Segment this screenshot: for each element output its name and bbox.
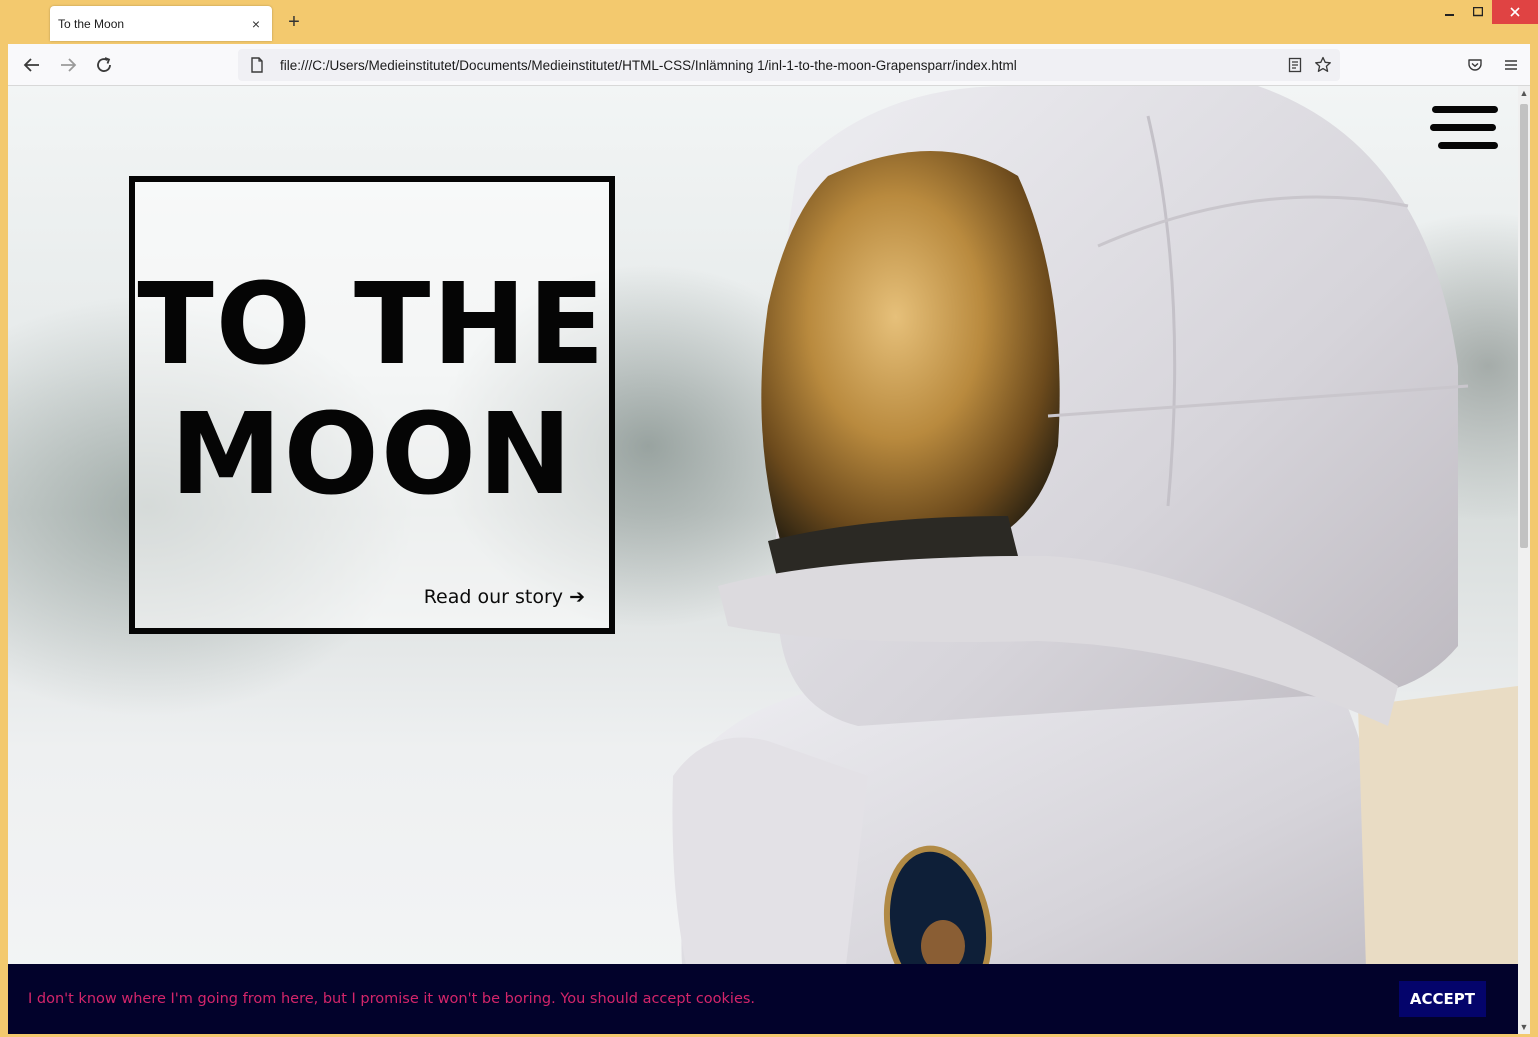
window-controls [1436, 0, 1538, 24]
url-text[interactable]: file:///C:/Users/Medieinstitutet/Documen… [280, 58, 1284, 73]
scroll-down-icon[interactable]: ▼ [1518, 1020, 1530, 1034]
pocket-button[interactable] [1464, 54, 1486, 76]
accept-cookies-button[interactable]: ACCEPT [1398, 981, 1486, 1017]
reload-icon [97, 57, 111, 72]
close-window-button[interactable] [1492, 0, 1538, 24]
read-our-story-link[interactable]: Read our story ➔ [424, 586, 585, 608]
close-icon [1510, 7, 1520, 17]
back-arrow-icon [23, 58, 39, 72]
page-viewport: TO THE MOON Read our story ➔ I don't kno… [8, 86, 1518, 1034]
hero-title-line-2: MOON [170, 390, 574, 520]
minimize-icon [1445, 14, 1454, 16]
cookie-banner: I don't know where I'm going from here, … [8, 964, 1518, 1034]
back-button[interactable] [21, 54, 43, 76]
browser-toolbar: file:///C:/Users/Medieinstitutet/Documen… [8, 44, 1530, 86]
maximize-button[interactable] [1464, 0, 1492, 24]
forward-arrow-icon [61, 58, 77, 72]
address-bar[interactable]: file:///C:/Users/Medieinstitutet/Documen… [238, 49, 1340, 81]
reader-view-button[interactable] [1284, 54, 1306, 76]
cookie-message: I don't know where I'm going from here, … [28, 991, 756, 1007]
hero-title-line-1: TO THE [137, 260, 607, 390]
hero-title-box: TO THE MOON Read our story ➔ [129, 176, 615, 634]
minimize-button[interactable] [1436, 0, 1464, 24]
hamburger-menu-button[interactable] [1430, 104, 1498, 152]
reader-view-icon [1288, 57, 1302, 73]
hamburger-menu-icon [1430, 106, 1498, 149]
tab-close-icon[interactable]: × [248, 16, 264, 32]
page-scrollbar[interactable]: ▲ ▼ [1518, 86, 1530, 1034]
tab-title: To the Moon [58, 16, 125, 31]
browser-tab[interactable]: To the Moon × [50, 6, 272, 41]
reload-button[interactable] [93, 54, 115, 76]
bookmark-button[interactable] [1312, 54, 1334, 76]
hero-title: TO THE MOON [135, 260, 609, 520]
app-menu-icon [1505, 60, 1517, 70]
scrollbar-thumb[interactable] [1520, 104, 1528, 548]
app-menu-button[interactable] [1500, 54, 1522, 76]
page-icon [251, 57, 263, 73]
bookmark-star-icon [1315, 56, 1331, 72]
pocket-icon [1468, 59, 1482, 71]
window-titlebar: To the Moon × + [0, 0, 1538, 44]
new-tab-button[interactable]: + [284, 12, 304, 32]
forward-button[interactable] [57, 54, 79, 76]
scroll-up-icon[interactable]: ▲ [1518, 86, 1530, 100]
maximize-icon [1473, 7, 1483, 17]
